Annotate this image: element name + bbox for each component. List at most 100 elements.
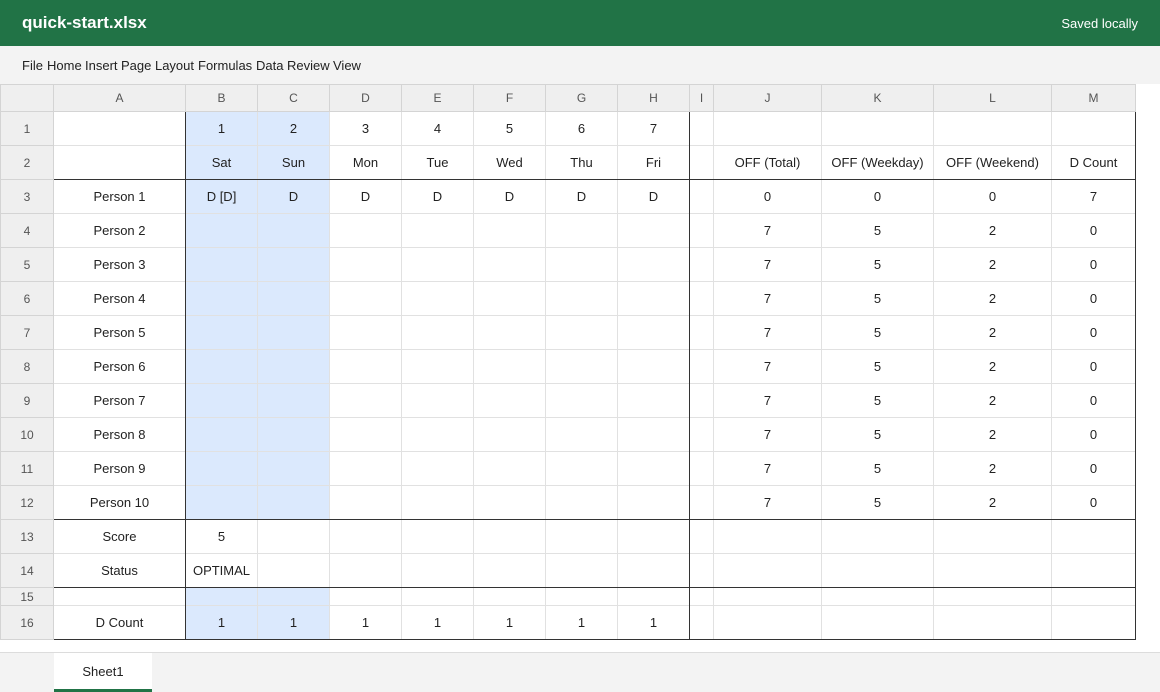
cell-c3[interactable]: D [258, 180, 330, 214]
cell-k6[interactable]: 5 [822, 282, 934, 316]
cell-e13[interactable] [402, 520, 474, 554]
row-header[interactable]: 1 [0, 112, 54, 146]
menu-data[interactable]: Data [256, 46, 283, 86]
cell-d12[interactable] [330, 486, 402, 520]
cell-i16[interactable] [690, 606, 714, 640]
cell-g5[interactable] [546, 248, 618, 282]
cell-k8[interactable]: 5 [822, 350, 934, 384]
cell-e6[interactable] [402, 282, 474, 316]
cell-b5[interactable] [186, 248, 258, 282]
cell-i15[interactable] [690, 588, 714, 606]
column-header-d[interactable]: D [330, 84, 402, 112]
cell-m11[interactable]: 0 [1052, 452, 1136, 486]
cell-m10[interactable]: 0 [1052, 418, 1136, 452]
cell-i11[interactable] [690, 452, 714, 486]
cell-b3[interactable]: D [D] [186, 180, 258, 214]
row-header[interactable]: 4 [0, 214, 54, 248]
cell-c10[interactable] [258, 418, 330, 452]
row-header[interactable]: 16 [0, 606, 54, 640]
cell-k12[interactable]: 5 [822, 486, 934, 520]
cell-m4[interactable]: 0 [1052, 214, 1136, 248]
cell-c15[interactable] [258, 588, 330, 606]
cell-l12[interactable]: 2 [934, 486, 1052, 520]
cell-m14[interactable] [1052, 554, 1136, 588]
cell-a12[interactable]: Person 10 [54, 486, 186, 520]
cell-l1[interactable] [934, 112, 1052, 146]
cell-c11[interactable] [258, 452, 330, 486]
cell-l10[interactable]: 2 [934, 418, 1052, 452]
cell-k13[interactable] [822, 520, 934, 554]
cell-g11[interactable] [546, 452, 618, 486]
cell-m2[interactable]: D Count [1052, 146, 1136, 180]
cell-c5[interactable] [258, 248, 330, 282]
cell-l2[interactable]: OFF (Weekend) [934, 146, 1052, 180]
cell-h2[interactable]: Fri [618, 146, 690, 180]
row-header[interactable]: 10 [0, 418, 54, 452]
cell-j15[interactable] [714, 588, 822, 606]
cell-c1[interactable]: 2 [258, 112, 330, 146]
cell-d14[interactable] [330, 554, 402, 588]
cell-b13[interactable]: 5 [186, 520, 258, 554]
cell-g1[interactable]: 6 [546, 112, 618, 146]
cell-m8[interactable]: 0 [1052, 350, 1136, 384]
row-header[interactable]: 14 [0, 554, 54, 588]
cell-b8[interactable] [186, 350, 258, 384]
cell-h10[interactable] [618, 418, 690, 452]
cell-h11[interactable] [618, 452, 690, 486]
menu-formulas[interactable]: Formulas [198, 46, 252, 86]
cell-d8[interactable] [330, 350, 402, 384]
cell-f14[interactable] [474, 554, 546, 588]
cell-j3[interactable]: 0 [714, 180, 822, 214]
column-header-h[interactable]: H [618, 84, 690, 112]
cell-f2[interactable]: Wed [474, 146, 546, 180]
cell-a5[interactable]: Person 3 [54, 248, 186, 282]
cell-f1[interactable]: 5 [474, 112, 546, 146]
cell-e2[interactable]: Tue [402, 146, 474, 180]
row-header[interactable]: 9 [0, 384, 54, 418]
cell-a8[interactable]: Person 6 [54, 350, 186, 384]
cell-b9[interactable] [186, 384, 258, 418]
cell-i3[interactable] [690, 180, 714, 214]
cell-a14[interactable]: Status [54, 554, 186, 588]
column-header-e[interactable]: E [402, 84, 474, 112]
cell-h12[interactable] [618, 486, 690, 520]
cell-b12[interactable] [186, 486, 258, 520]
cell-e9[interactable] [402, 384, 474, 418]
cell-k14[interactable] [822, 554, 934, 588]
cell-h1[interactable]: 7 [618, 112, 690, 146]
cell-b6[interactable] [186, 282, 258, 316]
cell-h8[interactable] [618, 350, 690, 384]
cell-c9[interactable] [258, 384, 330, 418]
cell-h6[interactable] [618, 282, 690, 316]
cell-j9[interactable]: 7 [714, 384, 822, 418]
cell-e16[interactable]: 1 [402, 606, 474, 640]
cell-e3[interactable]: D [402, 180, 474, 214]
column-header-f[interactable]: F [474, 84, 546, 112]
cell-e5[interactable] [402, 248, 474, 282]
cell-b14[interactable]: OPTIMAL [186, 554, 258, 588]
cell-b1[interactable]: 1 [186, 112, 258, 146]
menu-file[interactable]: File [22, 46, 43, 86]
cell-j1[interactable] [714, 112, 822, 146]
cell-m12[interactable]: 0 [1052, 486, 1136, 520]
column-header-b[interactable]: B [186, 84, 258, 112]
cell-c14[interactable] [258, 554, 330, 588]
cell-f9[interactable] [474, 384, 546, 418]
cell-b7[interactable] [186, 316, 258, 350]
cell-d3[interactable]: D [330, 180, 402, 214]
cell-h4[interactable] [618, 214, 690, 248]
cell-l3[interactable]: 0 [934, 180, 1052, 214]
cell-b10[interactable] [186, 418, 258, 452]
cell-e7[interactable] [402, 316, 474, 350]
cell-j2[interactable]: OFF (Total) [714, 146, 822, 180]
cell-a9[interactable]: Person 7 [54, 384, 186, 418]
cell-i4[interactable] [690, 214, 714, 248]
cell-e15[interactable] [402, 588, 474, 606]
cell-m1[interactable] [1052, 112, 1136, 146]
row-header[interactable]: 15 [0, 588, 54, 606]
cell-k9[interactable]: 5 [822, 384, 934, 418]
cell-d13[interactable] [330, 520, 402, 554]
cell-h15[interactable] [618, 588, 690, 606]
menu-home[interactable]: Home [47, 46, 82, 86]
cell-k2[interactable]: OFF (Weekday) [822, 146, 934, 180]
